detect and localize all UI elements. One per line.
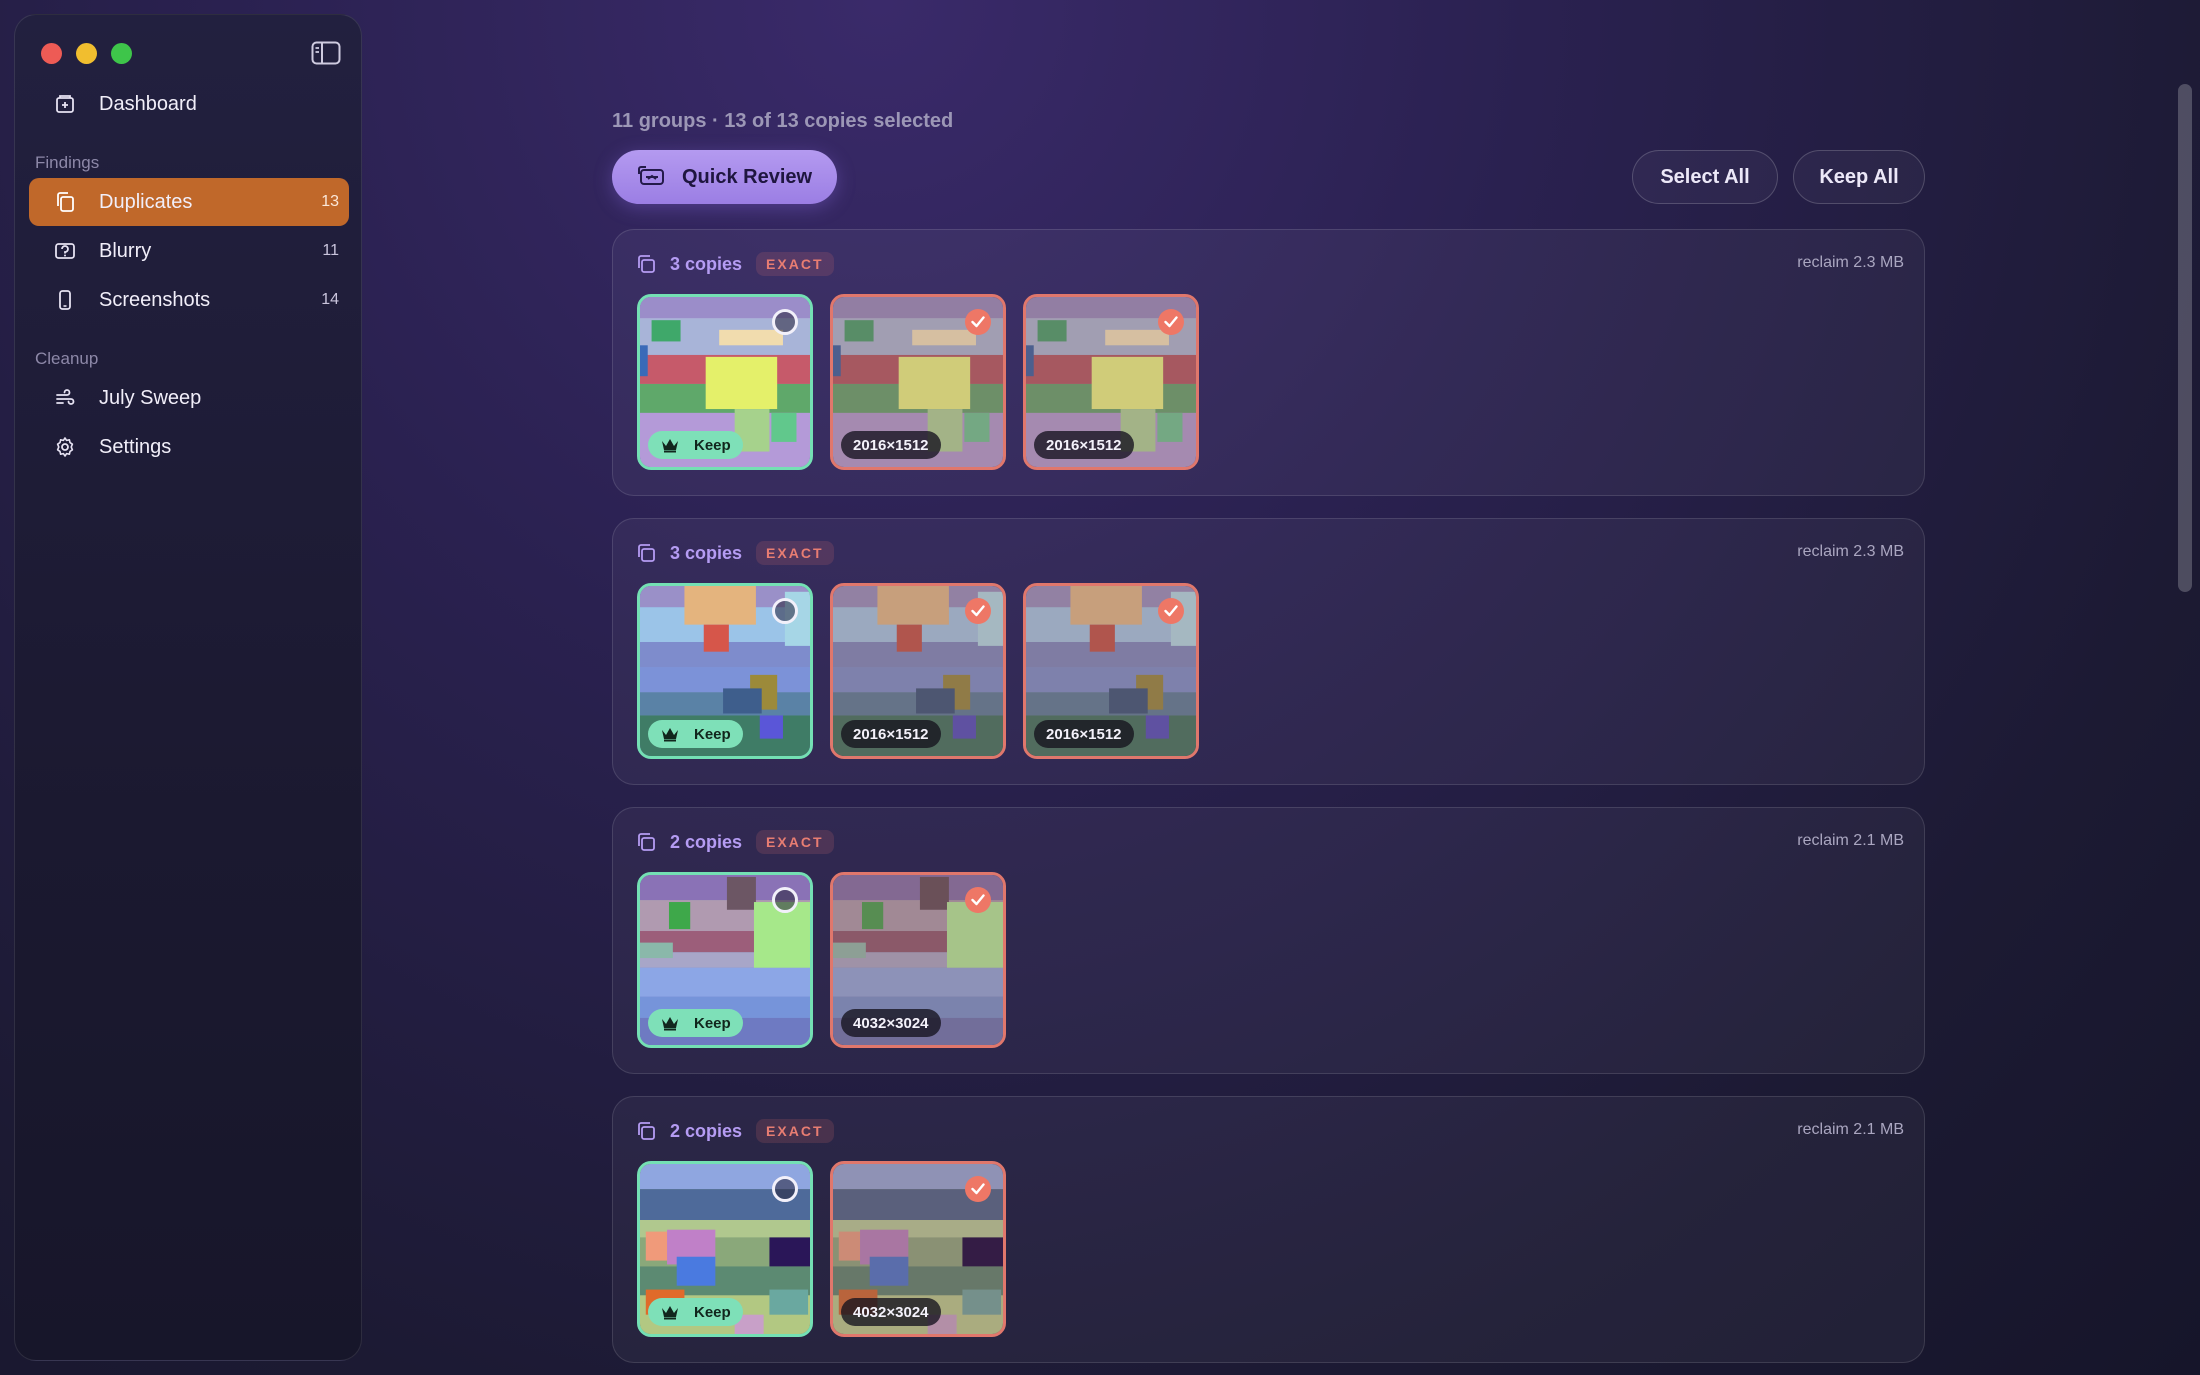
group-copies-count: 2 copies [670,831,743,852]
sidebar-item-blurry[interactable]: Blurry 11 [29,227,349,275]
section-label-cleanup: Cleanup [35,349,99,368]
selected-check-icon[interactable] [965,309,991,335]
crown-icon [660,1015,680,1031]
sidebar-item-label: Screenshots [99,288,211,311]
photo-thumbnail-duplicate[interactable]: 2016×1512 [1023,583,1199,759]
crown-icon [660,726,680,742]
duplicate-group: 3 copies EXACT reclaim 2.3 MB Keep 2016×… [612,518,1925,785]
keep-label: Keep [694,1303,731,1321]
photo-thumbnail-keep[interactable]: Keep [637,872,813,1048]
sidebar-item-july-sweep[interactable]: July Sweep [29,374,349,422]
photo-thumbnail-keep[interactable]: Keep [637,1161,813,1337]
selection-summary: 11 groups · 13 of 13 copies selected [612,110,954,132]
duplicates-icon [53,190,77,214]
reclaim-size: reclaim 2.1 MB [1797,1121,1904,1138]
count-badge: 11 [322,242,339,259]
match-type-badge: EXACT [756,1119,834,1143]
match-type-badge: EXACT [756,830,834,854]
selected-check-icon[interactable] [965,887,991,913]
sidebar-item-label: July Sweep [99,386,202,409]
resolution-tag: 2016×1512 [1034,720,1134,748]
photo-thumbnail-keep[interactable]: Keep [637,583,813,759]
group-copies-count: 2 copies [670,1120,743,1141]
section-label-findings: Findings [35,153,100,172]
quick-review-icon [638,166,666,188]
match-type-badge: EXACT [756,541,834,565]
match-type-badge: EXACT [756,252,834,276]
crown-icon [660,437,680,453]
gear-icon [53,435,77,459]
resolution-tag: 2016×1512 [841,431,941,459]
group-copies-count: 3 copies [670,253,743,274]
duplicate-group: 2 copies EXACT reclaim 2.1 MB Keep 4032×… [612,807,1925,1074]
selected-check-icon[interactable] [1158,598,1184,624]
reclaim-size: reclaim 2.3 MB [1797,254,1904,271]
keep-tag: Keep [648,1009,743,1037]
photo-thumbnail-duplicate[interactable]: 4032×3024 [830,1161,1006,1337]
blurry-icon [53,239,77,263]
sidebar-item-label: Blurry [99,239,152,262]
select-radio[interactable] [772,598,798,624]
copies-icon [635,253,657,275]
close-window-button[interactable] [41,43,62,64]
resolution-tag: 4032×3024 [841,1009,941,1037]
resolution-tag: 4032×3024 [841,1298,941,1326]
photo-thumbnail-duplicate[interactable]: 2016×1512 [1023,294,1199,470]
group-header: 2 copies EXACT [635,1119,834,1143]
copies-icon [635,1120,657,1142]
count-badge: 14 [321,291,339,308]
group-copies-count: 3 copies [670,542,743,563]
sidebar-item-label: Settings [99,435,172,458]
copies-icon [635,542,657,564]
select-radio[interactable] [772,309,798,335]
photo-thumbnail-keep[interactable]: Keep [637,294,813,470]
group-header: 3 copies EXACT [635,541,834,565]
group-header: 2 copies EXACT [635,830,834,854]
count-badge: 13 [321,193,339,210]
keep-tag: Keep [648,1298,743,1326]
sweep-icon [53,386,77,410]
app-window: Dashboard Findings Duplicates 13 Blurry … [0,0,2200,1375]
sidebar-item-label: Dashboard [99,92,197,115]
photo-thumbnail-duplicate[interactable]: 4032×3024 [830,872,1006,1048]
scrollbar-thumb[interactable] [2178,84,2192,592]
reclaim-size: reclaim 2.3 MB [1797,543,1904,560]
keep-tag: Keep [648,431,743,459]
keep-label: Keep [694,725,731,743]
sidebar-item-settings[interactable]: Settings [29,423,349,471]
sidebar-item-duplicates[interactable]: Duplicates 13 [29,178,349,226]
select-all-button[interactable]: Select All [1632,150,1778,204]
reclaim-size: reclaim 2.1 MB [1797,832,1904,849]
sidebar-toggle-icon[interactable] [311,41,341,65]
resolution-tag: 2016×1512 [1034,431,1134,459]
resolution-tag: 2016×1512 [841,720,941,748]
group-header: 3 copies EXACT [635,252,834,276]
selected-check-icon[interactable] [965,1176,991,1202]
sidebar-item-screenshots[interactable]: Screenshots 14 [29,276,349,324]
dashboard-icon [53,92,77,116]
keep-tag: Keep [648,720,743,748]
keep-label: Keep [694,436,731,454]
crown-icon [660,1304,680,1320]
select-radio[interactable] [772,887,798,913]
sidebar-item-dashboard[interactable]: Dashboard [29,80,349,128]
window-controls [41,43,132,64]
minimize-window-button[interactable] [76,43,97,64]
sidebar: Dashboard Findings Duplicates 13 Blurry … [14,14,362,1361]
keep-all-button[interactable]: Keep All [1793,150,1925,204]
photo-thumbnail-duplicate[interactable]: 2016×1512 [830,583,1006,759]
quick-review-button[interactable]: Quick Review [612,150,837,204]
photo-thumbnail-duplicate[interactable]: 2016×1512 [830,294,1006,470]
zoom-window-button[interactable] [111,43,132,64]
selected-check-icon[interactable] [1158,309,1184,335]
selected-check-icon[interactable] [965,598,991,624]
duplicate-group: 2 copies EXACT reclaim 2.1 MB Keep 4032×… [612,1096,1925,1363]
sidebar-item-label: Duplicates [99,190,193,213]
duplicate-group: 3 copies EXACT reclaim 2.3 MB Keep 2016×… [612,229,1925,496]
copies-icon [635,831,657,853]
select-radio[interactable] [772,1176,798,1202]
quick-review-label: Quick Review [682,165,813,188]
phone-icon [53,288,77,312]
keep-label: Keep [694,1014,731,1032]
